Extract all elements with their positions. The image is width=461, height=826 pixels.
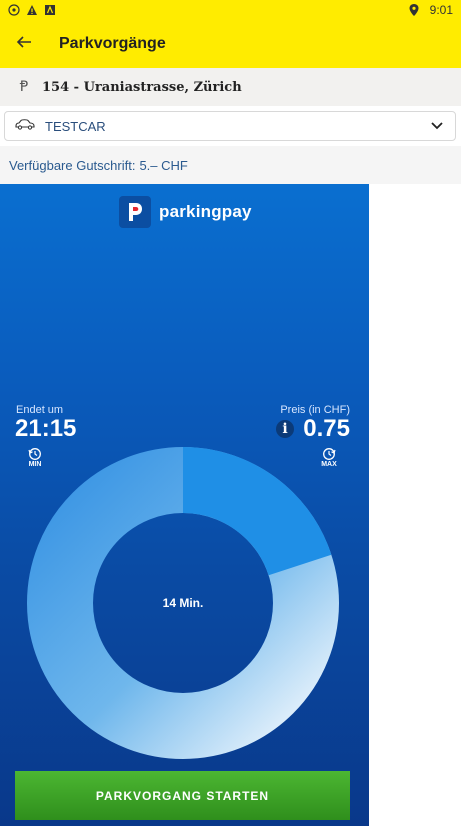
arrow-left-icon [16,34,32,55]
location-icon [408,4,420,16]
app-icon [44,4,56,16]
status-bar: 9:01 [0,0,461,20]
brand-name: parkingpay [159,202,252,221]
app-bar: Parkvorgänge [0,20,461,68]
start-parking-button[interactable]: PARKVORGANG STARTEN [15,771,350,820]
page-title: Parkvorgänge [59,35,166,52]
duration-value: 14 Min. [162,596,204,610]
end-time-value: 21:15 [15,415,77,442]
status-time: 9:01 [429,3,453,17]
credit-row: Verfügbare Gutschrift: 5.– CHF [0,146,461,184]
parking-p-icon: Ᵽ [19,79,29,95]
brand: parkingpay [119,196,252,228]
info-icon[interactable]: i [276,420,294,438]
price-value: 0.75 [303,415,350,442]
parking-timer-panel: parkingpay Endet um 21:15 MIN Preis (in … [0,184,369,826]
parking-zone-row[interactable]: Ᵽ 154 - Uraniastrasse, Zürich [0,68,461,106]
chevron-down-icon [431,117,445,135]
credit-value: 5.– CHF [139,157,188,173]
warning-icon [26,4,38,16]
credit-label: Verfügbare Gutschrift: [9,157,136,173]
notification-icon [8,4,20,16]
car-icon [15,117,35,135]
parkingpay-logo [119,196,151,228]
parking-zone-label: 154 - Uraniastrasse, Zürich [42,79,242,95]
back-button[interactable] [0,20,48,68]
vehicle-selector[interactable]: TESTCAR [4,111,456,141]
vehicle-name: TESTCAR [45,118,106,134]
